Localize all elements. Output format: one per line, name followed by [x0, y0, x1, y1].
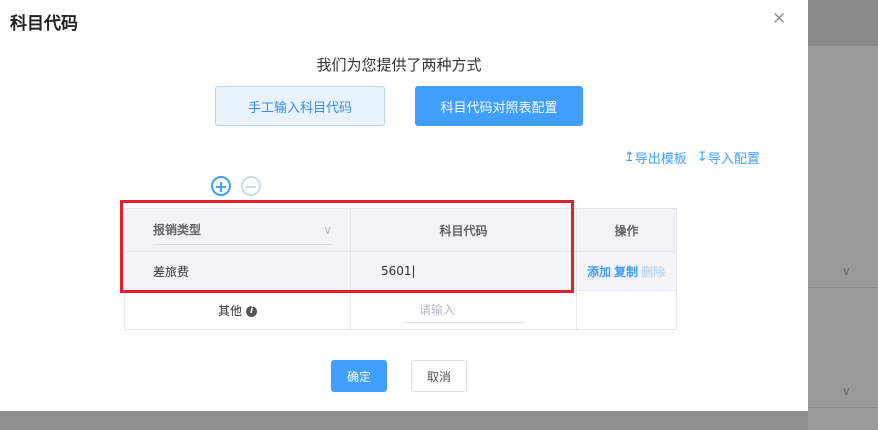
import-config-label: 导入配置: [707, 152, 760, 167]
background-page: [808, 0, 878, 430]
close-icon[interactable]: ✕: [772, 9, 786, 29]
code-input[interactable]: 请输入: [403, 298, 524, 323]
subject-code-dialog: 科目代码 ✕ 我们为您提供了两种方式 手工输入科目代码 科目代码对照表配置 ↥ …: [0, 0, 808, 411]
subject-code-table: 报销类型 ∨ 科目代码 操作 差旅费 5601| 添加 复制 删除 其他 i 请…: [124, 208, 677, 330]
type-cell: 差旅费: [124, 251, 351, 291]
upload-icon: ↥: [624, 150, 635, 165]
table-header-row: 报销类型 ∨ 科目代码 操作: [124, 208, 677, 252]
chevron-down-icon: ∨: [323, 222, 332, 237]
manual-input-button[interactable]: 手工输入科目代码: [215, 86, 385, 126]
download-icon: ↧: [696, 150, 708, 165]
type-label: 其他: [217, 303, 242, 318]
confirm-button[interactable]: 确定: [331, 360, 387, 392]
cancel-button[interactable]: 取消: [411, 360, 467, 392]
mapping-table-button[interactable]: 科目代码对照表配置: [415, 86, 583, 126]
code-value: 5601: [381, 264, 412, 278]
dialog-title: 科目代码: [10, 14, 78, 34]
ops-header-cell: 操作: [576, 208, 677, 252]
ops-cell: [576, 290, 677, 330]
code-placeholder: 请输入: [419, 303, 456, 317]
add-row-icon[interactable]: +: [211, 176, 231, 196]
background-divider: [808, 407, 878, 408]
remove-row-icon[interactable]: −: [241, 176, 261, 196]
chevron-down-icon: ∨: [842, 384, 851, 398]
type-select[interactable]: 报销类型 ∨: [153, 216, 332, 245]
ops-cell: 添加 复制 删除: [576, 251, 677, 291]
info-icon[interactable]: i: [246, 305, 257, 317]
type-cell: 其他 i: [124, 290, 351, 330]
copy-button[interactable]: 复制: [614, 263, 638, 280]
delete-button[interactable]: 删除: [641, 263, 665, 280]
code-input[interactable]: 5601|: [350, 251, 577, 291]
code-header-cell: 科目代码: [350, 208, 577, 252]
add-button[interactable]: 添加: [587, 263, 611, 280]
dialog-subtitle: 我们为您提供了两种方式: [316, 56, 482, 74]
import-config-link[interactable]: ↧ 导入配置: [697, 148, 760, 167]
export-template-label: 导出模板: [634, 152, 687, 167]
table-row: 其他 i 请输入: [124, 290, 677, 330]
export-template-link[interactable]: ↥ 导出模板: [624, 148, 687, 167]
background-header: [808, 0, 878, 46]
code-input-cell: 请输入: [350, 290, 577, 330]
import-export-links: ↥ 导出模板 ↧ 导入配置: [624, 148, 760, 167]
type-header-cell: 报销类型 ∨: [124, 208, 351, 252]
table-row: 差旅费 5601| 添加 复制 删除: [124, 251, 677, 291]
chevron-down-icon: ∨: [842, 264, 851, 278]
type-select-label: 报销类型: [153, 223, 202, 237]
background-divider: [808, 287, 878, 288]
